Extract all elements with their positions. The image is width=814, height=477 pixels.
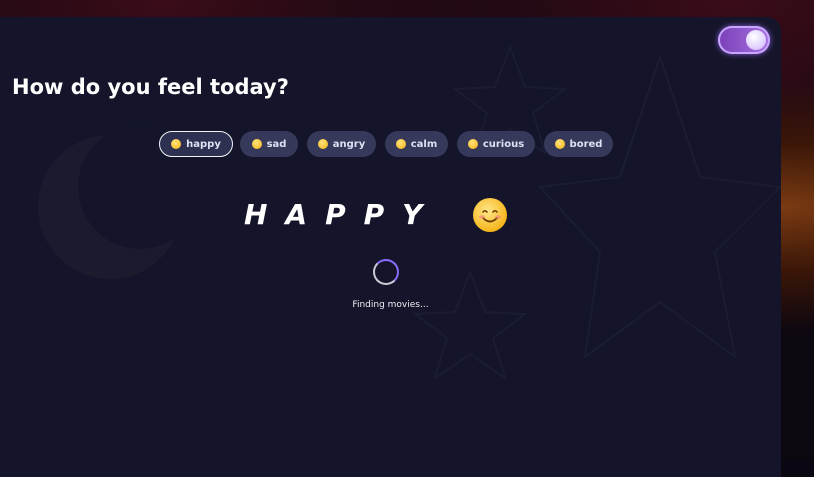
smiling-face-icon xyxy=(473,198,507,232)
mood-chip-curious[interactable]: curious xyxy=(457,131,535,157)
smiling-face-icon xyxy=(171,139,182,149)
mood-chip-angry[interactable]: angry xyxy=(307,131,376,157)
mood-chip-label: calm xyxy=(410,138,438,150)
mood-chips: happy sad angry calm curious bored xyxy=(0,131,781,159)
mood-chip-label: curious xyxy=(482,138,525,150)
sad-face-icon xyxy=(251,139,262,149)
selected-mood-heading: HAPPY xyxy=(244,198,441,231)
mood-chip-label: happy xyxy=(186,138,221,150)
mood-chip-label: bored xyxy=(569,138,603,150)
mood-chip-happy[interactable]: happy xyxy=(159,131,233,157)
mood-chip-label: angry xyxy=(332,138,366,150)
curious-face-icon xyxy=(467,139,478,149)
mood-chip-sad[interactable]: sad xyxy=(240,131,298,157)
main-panel: How do you feel today? happy sad angry c… xyxy=(0,17,781,477)
mood-chip-bored[interactable]: bored xyxy=(544,131,613,157)
calm-face-icon xyxy=(395,139,406,149)
bored-face-icon xyxy=(554,139,565,149)
theme-toggle[interactable] xyxy=(718,26,770,54)
loading-status: Finding movies... xyxy=(352,300,429,310)
page-title: How do you feel today? xyxy=(12,75,289,99)
mood-chip-label: sad xyxy=(266,138,287,150)
moon-toggle-icon xyxy=(746,30,766,50)
loading-spinner-icon xyxy=(373,259,399,285)
mood-chip-calm[interactable]: calm xyxy=(385,131,448,157)
angry-face-icon xyxy=(317,139,328,149)
